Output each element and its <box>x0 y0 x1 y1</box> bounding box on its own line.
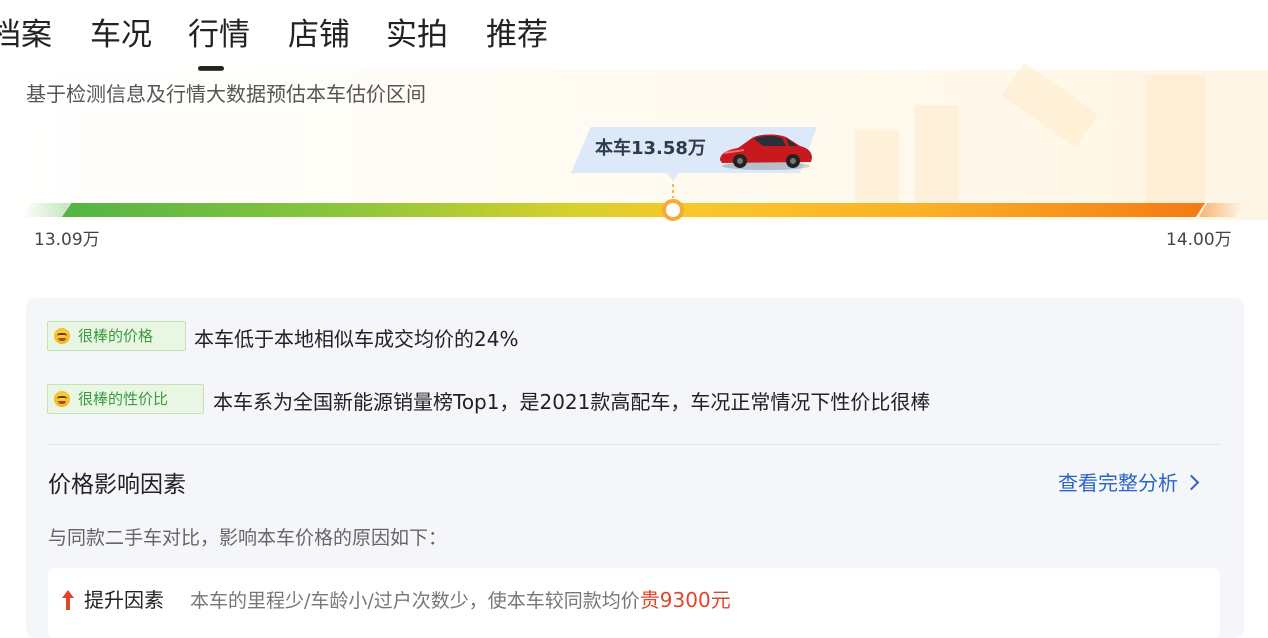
great-value-tag: 很棒的性价比 <box>47 384 204 414</box>
price-range-bar <box>62 203 1205 217</box>
price-marker-line <box>672 184 674 198</box>
price-factors-subtitle: 与同款二手车对比，影响本车价格的原因如下： <box>48 527 448 549</box>
highlight-text: 本车低于本地相似车成交均价的24% <box>194 327 519 351</box>
tab-market[interactable]: 行情 <box>188 14 250 56</box>
full-analysis-link[interactable]: 查看完整分析 <box>1058 468 1200 498</box>
chevron-right-icon <box>1183 474 1200 491</box>
tab-condition[interactable]: 车况 <box>90 14 152 56</box>
price-min-label: 13.09万 <box>34 230 100 250</box>
price-max-label: 14.00万 <box>1166 230 1232 250</box>
factor-label: 提升因素 <box>84 588 164 612</box>
tab-archive[interactable]: 档案 <box>0 14 52 56</box>
tab-recommend[interactable]: 推荐 <box>486 14 548 56</box>
arrow-up-icon <box>62 590 74 610</box>
divider <box>48 444 1220 445</box>
current-price-label: 本车13.58万 <box>595 138 706 159</box>
tab-store[interactable]: 店铺 <box>288 14 350 56</box>
tab-photos[interactable]: 实拍 <box>386 14 448 56</box>
red-sedan-icon <box>720 134 812 170</box>
factor-description: 本车的里程少/车龄小/过户次数少，使本车较同款均价贵9300元 <box>190 588 731 612</box>
highlight-text: 本车系为全国新能源销量榜Top1，是2021款高配车，车况正常情况下性价比很棒 <box>213 390 931 414</box>
factor-amount: 贵9300元 <box>639 588 731 612</box>
smile-emoji-icon <box>54 391 70 407</box>
price-factors-title: 价格影响因素 <box>48 472 186 498</box>
current-price-marker <box>662 199 684 221</box>
smile-emoji-icon <box>54 328 70 344</box>
valuation-subtitle: 基于检测信息及行情大数据预估本车估价区间 <box>26 82 426 106</box>
great-price-tag: 很棒的价格 <box>47 321 186 351</box>
